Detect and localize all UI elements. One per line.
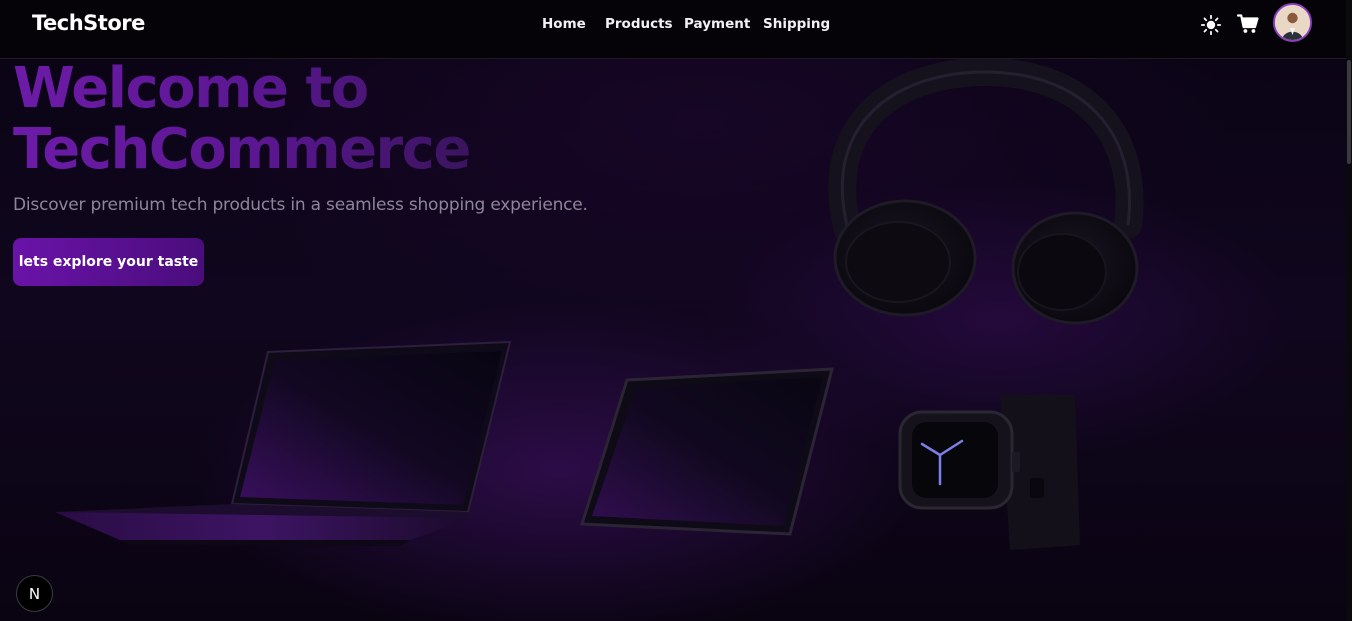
avatar-image (1275, 5, 1310, 40)
tablet-image (579, 367, 834, 536)
headline-line-2: TechCommerce (13, 117, 470, 182)
nav-link-payment[interactable]: Payment (684, 16, 750, 32)
top-navbar: TechStore Home Products Payment Shipping (0, 0, 1352, 59)
scrollbar-thumb[interactable] (1347, 60, 1351, 164)
user-avatar[interactable] (1273, 3, 1312, 42)
headline-line-1: Welcome to (13, 56, 368, 121)
headphones-image (828, 57, 1144, 325)
explore-button[interactable]: lets explore your taste (13, 238, 204, 286)
sun-icon[interactable] (1200, 14, 1222, 40)
nav-link-shipping[interactable]: Shipping (763, 16, 830, 32)
dev-tools-badge[interactable]: N (16, 575, 53, 612)
nav-link-home[interactable]: Home (542, 16, 586, 32)
hero-subtitle: Discover premium tech products in a seam… (13, 195, 588, 215)
page-scrollbar[interactable] (1346, 0, 1352, 621)
nav-link-products[interactable]: Products (605, 16, 673, 32)
laptop-image (55, 340, 512, 546)
cart-icon[interactable] (1236, 14, 1259, 38)
hero-headline: Welcome to TechCommerce (13, 58, 573, 180)
hero-section: Welcome to TechCommerce Discover premium… (0, 0, 1352, 621)
smartwatch-image (898, 395, 1080, 550)
nav-links: Home Products Payment Shipping (0, 16, 1352, 36)
